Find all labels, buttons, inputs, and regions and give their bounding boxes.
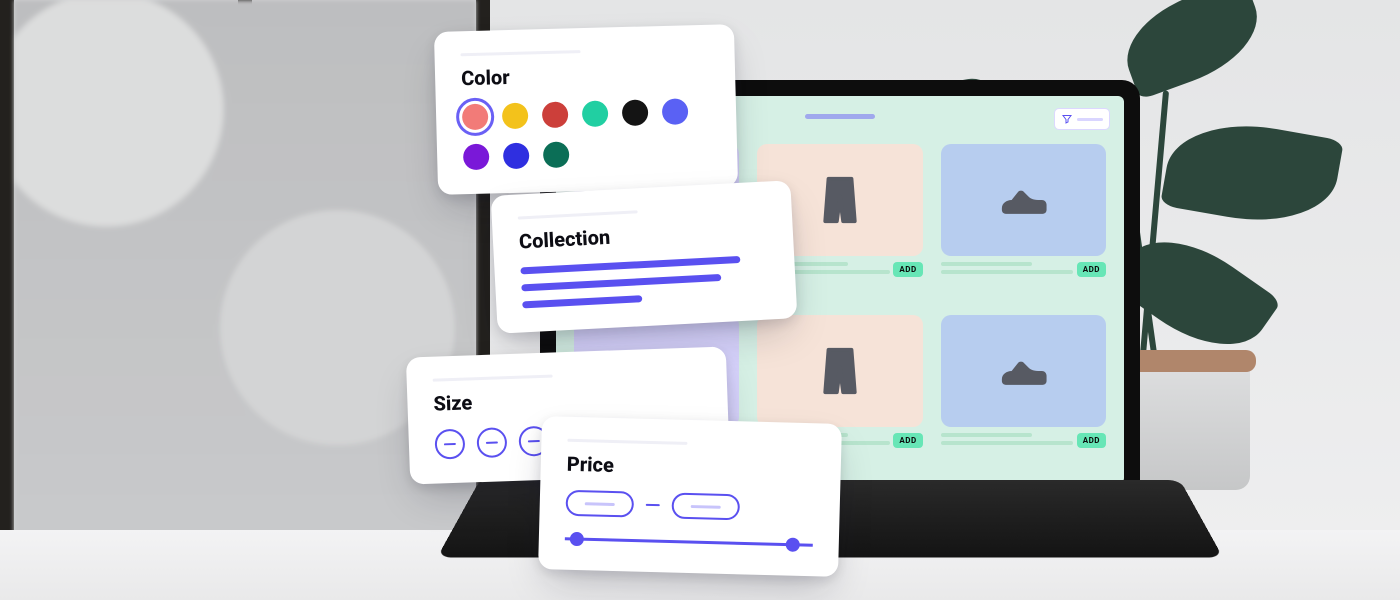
card-header-placeholder [567,439,687,445]
collection-option[interactable] [520,256,740,275]
add-button[interactable]: ADD [893,433,922,448]
screen-heading-placeholder [805,114,875,119]
add-button[interactable]: ADD [1077,433,1106,448]
product-tile [941,144,1106,256]
color-swatch[interactable] [502,103,529,130]
color-swatch[interactable] [463,144,490,171]
color-swatch[interactable] [622,99,649,126]
add-button[interactable]: ADD [1077,262,1106,277]
price-range-dash [646,504,660,507]
price-max-input[interactable] [671,493,740,521]
card-header-placeholder [518,210,638,219]
product-tile [757,315,922,427]
size-option[interactable] [434,429,465,460]
card-header-placeholder [460,50,580,56]
pants-icon [814,174,866,226]
product-desc-placeholder [941,441,1073,445]
price-slider-min-handle[interactable] [570,532,584,546]
size-option[interactable] [476,427,507,458]
filter-button[interactable] [1054,108,1110,130]
color-swatch[interactable] [542,101,569,128]
filter-title-size: Size [433,382,702,415]
filter-card-color[interactable]: Color [434,24,738,195]
filter-card-collection[interactable]: Collection [491,180,798,334]
filter-title-color: Color [461,60,710,90]
filter-title-price: Price [567,452,816,482]
color-swatch[interactable] [503,143,530,170]
collection-option[interactable] [522,295,642,308]
color-swatch[interactable] [462,104,489,131]
filter-title-collection: Collection [518,217,767,254]
price-min-input[interactable] [565,490,634,518]
pants-icon [814,345,866,397]
product-name-placeholder [941,433,1032,437]
product-desc-placeholder [941,270,1073,274]
product-card[interactable]: ADD [941,315,1106,470]
price-slider[interactable] [565,532,813,552]
card-header-placeholder [433,375,553,382]
funnel-icon [1061,113,1073,125]
shoe-icon [997,174,1049,226]
filter-card-price[interactable]: Price [538,416,842,577]
product-tile [941,315,1106,427]
color-swatch[interactable] [582,100,609,127]
shoe-icon [997,345,1049,397]
color-swatch[interactable] [543,141,570,168]
price-slider-max-handle[interactable] [786,538,800,552]
product-name-placeholder [941,262,1032,266]
color-swatch[interactable] [662,98,689,125]
collection-option[interactable] [521,274,721,291]
add-button[interactable]: ADD [893,262,922,277]
product-card[interactable]: ADD [941,144,1106,299]
